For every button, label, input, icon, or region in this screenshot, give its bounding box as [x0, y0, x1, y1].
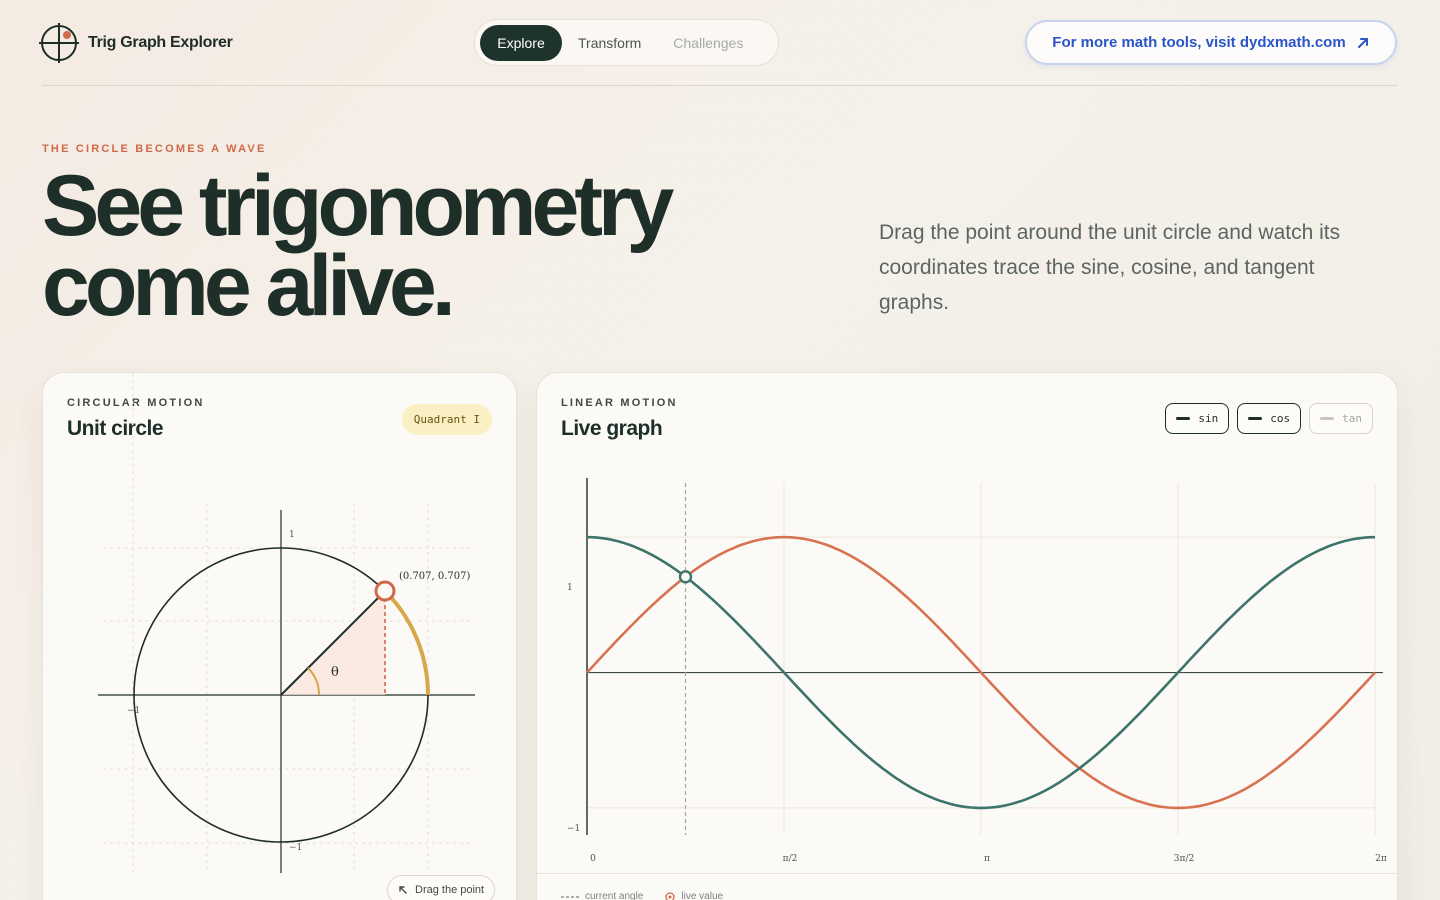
external-site-link[interactable]: For more math tools, visit dydxmath.com [1025, 20, 1397, 65]
legend-current-angle-label: current angle [585, 891, 644, 900]
legend-current-angle: current angle [561, 891, 643, 900]
arrow-up-left-icon [399, 886, 407, 894]
y-tick-neg1: −1 [289, 843, 302, 853]
y-tick-label: −1 [567, 824, 580, 834]
x-tick-label: 2π [1375, 854, 1387, 864]
drag-hint[interactable]: Drag the point [387, 875, 496, 900]
headline-line-1: See trigonometry [42, 158, 674, 254]
crosshair-logo-icon [39, 23, 79, 63]
header-divider [42, 85, 1398, 86]
hero-headline: See trigonometry come alive. [42, 158, 742, 334]
graph-legend: current angle live value [561, 891, 723, 900]
brand[interactable]: Trig Graph Explorer [38, 22, 233, 64]
x-tick-label: 0 [590, 854, 596, 864]
y-tick-1: 1 [289, 530, 295, 540]
y-tick-label: 1 [567, 583, 573, 593]
point-coordinates: (0.707, 0.707) [399, 571, 471, 582]
angle-symbol: θ [331, 665, 339, 680]
unit-circle-card: CIRCULAR MOTION Unit circle Quadrant I θ… [42, 372, 517, 900]
headline-line-2: come alive. [42, 238, 456, 334]
live-value-marker[interactable] [678, 570, 693, 584]
hero-eyebrow: THE CIRCLE BECOMES A WAVE [42, 143, 267, 155]
live-graph-card: LINEAR MOTION Live graph sin cos tan 0 π/… [536, 372, 1398, 900]
unit-circle-grid [103, 373, 473, 873]
tab-transform[interactable]: Transform [562, 25, 657, 61]
x-tick-label: 3π/2 [1174, 854, 1194, 864]
legend-live-value: live value [665, 891, 723, 900]
live-graph-plot[interactable]: 0 π/2 π 3π/2 2π 1 −1 [537, 373, 1398, 873]
x-tick-neg1: −1 [127, 706, 140, 716]
draggable-point[interactable] [374, 580, 396, 602]
arrow-up-right-icon [1357, 37, 1368, 48]
drag-hint-label: Drag the point [415, 884, 485, 896]
tab-challenges[interactable]: Challenges [657, 25, 759, 61]
unit-circle-plot[interactable]: θ (0.707, 0.707) 1 −1 −1 [43, 373, 517, 873]
x-tick-label: π [984, 854, 990, 864]
angle-arc [383, 589, 431, 696]
tab-explore[interactable]: Explore [480, 24, 562, 61]
legend-divider [537, 873, 1397, 874]
legend-live-value-label: live value [681, 891, 724, 900]
dashed-line-icon [561, 895, 579, 898]
top-bar: Trig Graph Explorer Explore Transform Ch… [0, 0, 1440, 86]
external-link-label: For more math tools, visit dydxmath.com [1052, 34, 1346, 51]
hero-description: Drag the point around the unit circle an… [879, 221, 1341, 314]
target-dot-icon [665, 891, 676, 900]
mode-tabs: Explore Transform Challenges [474, 19, 779, 66]
app-name: Trig Graph Explorer [88, 34, 233, 51]
x-tick-label: π/2 [783, 854, 798, 864]
